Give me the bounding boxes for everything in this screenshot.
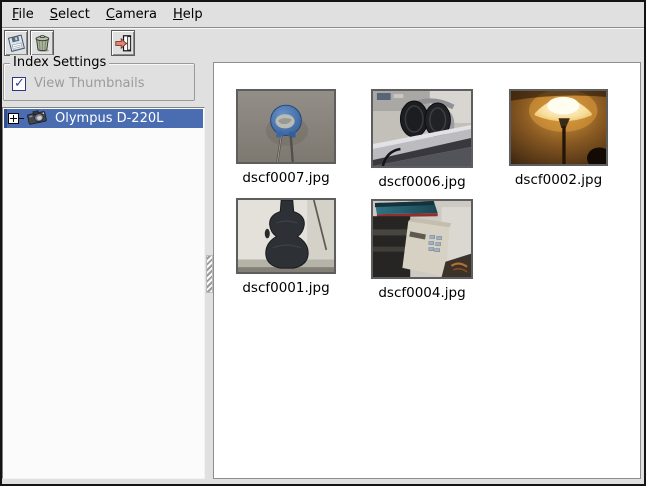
delete-button[interactable] xyxy=(30,30,54,56)
trash-icon xyxy=(33,34,52,53)
thumbnail-image-dscf0006[interactable] xyxy=(371,89,473,168)
pane-splitter[interactable] xyxy=(206,63,213,479)
thumbnail-filename: dscf0006.jpg xyxy=(378,174,465,190)
view-thumbnails-checkbox[interactable] xyxy=(12,77,26,91)
thumbnail-filename: dscf0001.jpg xyxy=(242,280,329,296)
floppy-disk-icon xyxy=(7,34,26,53)
thumbnail-panel: dscf0007.jpg xyxy=(213,62,641,479)
tree-item-camera[interactable]: Olympus D-220L xyxy=(4,109,203,128)
thumbnail-item: dscf0004.jpg xyxy=(371,199,473,279)
tree-connector xyxy=(19,118,24,119)
exit-door-icon xyxy=(114,34,133,53)
thumbnail-item: dscf0002.jpg xyxy=(509,89,608,166)
menu-camera[interactable]: Camera xyxy=(98,4,165,25)
tree-item-label: Olympus D-220L xyxy=(55,111,163,126)
thumbnail-filename: dscf0002.jpg xyxy=(515,172,602,188)
menu-select[interactable]: Select xyxy=(42,4,98,25)
thumbnail-item: dscf0007.jpg xyxy=(236,89,336,164)
thumbnail-image-dscf0004[interactable] xyxy=(371,199,473,279)
menu-help[interactable]: Help xyxy=(165,4,211,25)
thumbnail-item: dscf0001.jpg xyxy=(236,198,336,274)
save-button[interactable] xyxy=(4,30,28,56)
index-settings-frame: Index Settings View Thumbnails xyxy=(3,63,195,101)
thumbnail-image-dscf0007[interactable] xyxy=(236,89,336,164)
expand-plus-icon[interactable] xyxy=(8,113,19,124)
exit-button[interactable] xyxy=(111,30,135,56)
menu-bar: File Select Camera Help xyxy=(2,2,644,28)
splitter-grip-icon xyxy=(206,255,213,293)
thumbnail-image-dscf0002[interactable] xyxy=(509,89,608,166)
thumbnail-filename: dscf0007.jpg xyxy=(242,170,329,186)
menu-file[interactable]: File xyxy=(4,4,42,25)
view-thumbnails-label: View Thumbnails xyxy=(34,76,145,91)
frame-title: Index Settings xyxy=(10,55,109,71)
thumbnail-image-dscf0001[interactable] xyxy=(236,198,336,274)
app-window: File Select Camera Help xyxy=(0,0,646,486)
thumbnail-item: dscf0006.jpg xyxy=(371,89,473,168)
camera-icon xyxy=(25,108,49,130)
camera-tree: Olympus D-220L xyxy=(2,107,205,479)
thumbnail-filename: dscf0004.jpg xyxy=(378,285,465,301)
